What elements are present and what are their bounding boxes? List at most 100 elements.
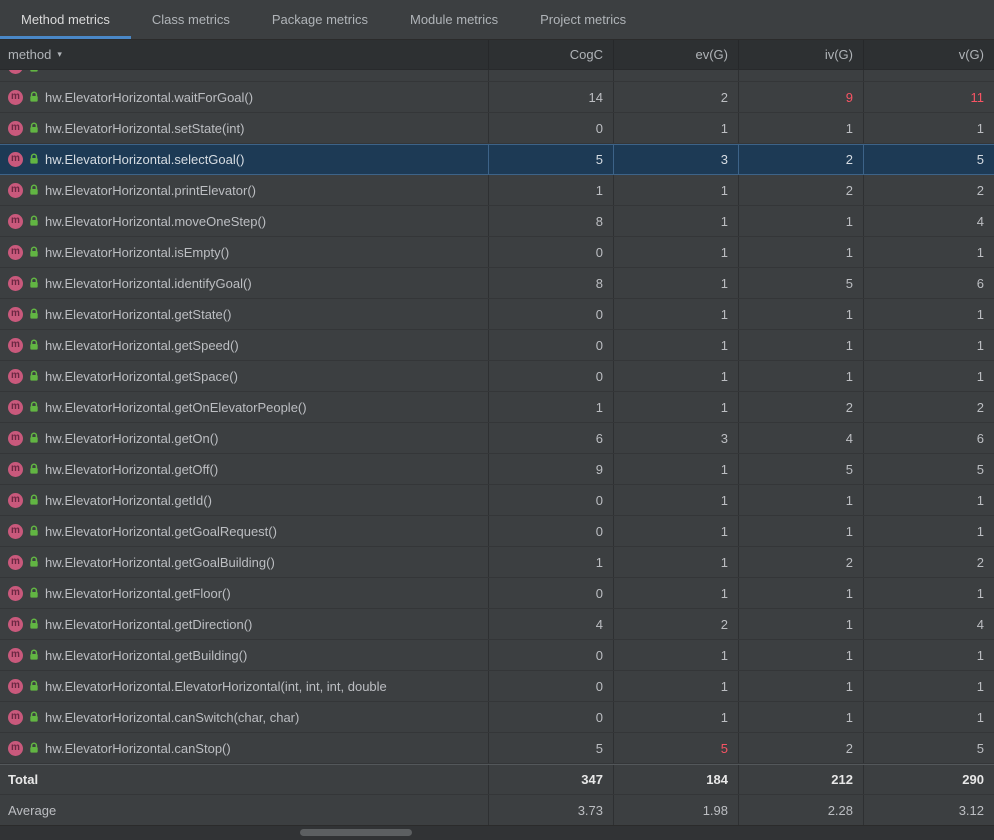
method-name: hw.ElevatorHorizontal.getOff(): [45, 461, 219, 477]
metric-value: 1: [613, 454, 738, 484]
column-header-cogc[interactable]: CogC: [488, 40, 613, 69]
method-cell: m hw.ElevatorHorizontal.getOff(): [0, 454, 488, 484]
metric-value: 0: [488, 578, 613, 608]
table-row-partial[interactable]: m: [0, 70, 994, 82]
metric-value: 6: [488, 423, 613, 453]
metric-value: 1: [738, 237, 863, 267]
metric-value: 1: [738, 640, 863, 670]
method-icon: m: [8, 585, 23, 601]
metric-value: 1: [863, 578, 994, 608]
metric-value: 1: [863, 237, 994, 267]
metric-value: 8: [488, 268, 613, 298]
metric-value: 2: [613, 82, 738, 112]
public-visibility-icon: [28, 277, 40, 289]
table-row[interactable]: m hw.ElevatorHorizontal.selectGoal() 5 3 2 5: [0, 144, 994, 175]
horizontal-scrollbar[interactable]: [0, 826, 994, 840]
table-row[interactable]: m hw.ElevatorHorizontal.isEmpty() 0 1 1 1: [0, 237, 994, 268]
metric-value: 0: [488, 361, 613, 391]
table-row[interactable]: m hw.ElevatorHorizontal.getId() 0 1 1 1: [0, 485, 994, 516]
table-row[interactable]: m hw.ElevatorHorizontal.getBuilding() 0 1 1 1: [0, 640, 994, 671]
method-cell: m hw.ElevatorHorizontal.getSpeed(): [0, 330, 488, 360]
metric-value: 2: [738, 547, 863, 577]
table-row[interactable]: m hw.ElevatorHorizontal.getGoalBuilding()…: [0, 547, 994, 578]
public-visibility-icon: [28, 525, 40, 537]
method-icon: m: [8, 616, 23, 632]
column-header-evg[interactable]: ev(G): [613, 40, 738, 69]
tab-label: Project metrics: [540, 12, 627, 27]
method-name: hw.ElevatorHorizontal.identifyGoal(): [45, 275, 252, 291]
table-row[interactable]: m hw.ElevatorHorizontal.getOff() 9 1 5 5: [0, 454, 994, 485]
method-icon: m: [8, 213, 23, 229]
metric-value: 2: [863, 175, 994, 205]
metric-value: 5: [863, 144, 994, 174]
metric-value: 0: [488, 516, 613, 546]
method-icon: m: [8, 740, 23, 756]
average-row: Average 3.73 1.98 2.28 3.12: [0, 795, 994, 826]
column-header-vg[interactable]: v(G): [863, 40, 994, 69]
metric-value: 5: [738, 268, 863, 298]
metric-value: 1: [863, 702, 994, 732]
table-row[interactable]: m hw.ElevatorHorizontal.printElevator() 1 1…: [0, 175, 994, 206]
table-row[interactable]: m hw.ElevatorHorizontal.setState(int) 0 1 1 1: [0, 113, 994, 144]
metric-value: 0: [488, 237, 613, 267]
table-body: m mhw.ElevatorHorizontal.waitForGoal()14…: [0, 70, 994, 764]
method-column-header[interactable]: method ▾: [0, 40, 488, 69]
metric-value: 1: [738, 299, 863, 329]
metric-value: 1: [738, 361, 863, 391]
table-row[interactable]: m hw.ElevatorHorizontal.getOn() 6 3 4 6: [0, 423, 994, 454]
metric-value: 3: [613, 144, 738, 174]
method-icon: m: [8, 182, 23, 198]
metric-value: 1: [613, 268, 738, 298]
method-icon: m: [8, 523, 23, 539]
tab-package-metrics[interactable]: Package metrics: [251, 0, 389, 39]
table-row[interactable]: m hw.ElevatorHorizontal.identifyGoal() 8 1 5…: [0, 268, 994, 299]
metric-value: 1: [863, 485, 994, 515]
metric-value: 1: [863, 361, 994, 391]
table-row[interactable]: m hw.ElevatorHorizontal.getDirection() 4 2 1…: [0, 609, 994, 640]
table-row[interactable]: m hw.ElevatorHorizontal.canSwitch(char, c…: [0, 702, 994, 733]
method-name: hw.ElevatorHorizontal.getSpeed(): [45, 337, 239, 353]
table-row[interactable]: m hw.ElevatorHorizontal.getState() 0 1 1 1: [0, 299, 994, 330]
metric-value: 2: [613, 609, 738, 639]
metric-value: 4: [488, 609, 613, 639]
metric-value: 1: [738, 609, 863, 639]
table-row[interactable]: m hw.ElevatorHorizontal.canStop() 5 5 2 5: [0, 733, 994, 764]
public-visibility-icon: [28, 742, 40, 754]
metric-value: 2: [738, 733, 863, 763]
metric-value: 5: [863, 733, 994, 763]
method-name: hw.ElevatorHorizontal.getOnElevatorPeopl…: [45, 399, 307, 415]
metric-value: 1: [863, 671, 994, 701]
table-row[interactable]: m hw.ElevatorHorizontal.getOnElevatorPeop…: [0, 392, 994, 423]
table-row[interactable]: m hw.ElevatorHorizontal.ElevatorHorizonta…: [0, 671, 994, 702]
tab-module-metrics[interactable]: Module metrics: [389, 0, 519, 39]
public-visibility-icon: [28, 680, 40, 692]
method-header-label: method: [8, 47, 52, 62]
metric-value: 1: [738, 206, 863, 236]
table-row[interactable]: m hw.ElevatorHorizontal.getGoalRequest() 0…: [0, 516, 994, 547]
metric-value: 0: [488, 640, 613, 670]
metric-value: 3: [613, 423, 738, 453]
method-cell: m hw.ElevatorHorizontal.setState(int): [0, 113, 488, 143]
public-visibility-icon: [28, 153, 40, 165]
metric-value: 1: [738, 702, 863, 732]
tab-method-metrics[interactable]: Method metrics: [0, 0, 131, 39]
table-row[interactable]: m hw.ElevatorHorizontal.getSpeed() 0 1 1 1: [0, 330, 994, 361]
public-visibility-icon: [28, 587, 40, 599]
method-cell: m hw.ElevatorHorizontal.getId(): [0, 485, 488, 515]
table-row[interactable]: m hw.ElevatorHorizontal.moveOneStep() 8 1 1 4: [0, 206, 994, 237]
scrollbar-thumb[interactable]: [300, 829, 412, 836]
method-cell: m hw.ElevatorHorizontal.printElevator(): [0, 175, 488, 205]
average-evg: 1.98: [613, 795, 738, 825]
tab-class-metrics[interactable]: Class metrics: [131, 0, 251, 39]
table-row[interactable]: m hw.ElevatorHorizontal.getSpace() 0 1 1 1: [0, 361, 994, 392]
column-header-ivg[interactable]: iv(G): [738, 40, 863, 69]
average-cogc: 3.73: [488, 795, 613, 825]
table-row[interactable]: m hw.ElevatorHorizontal.waitForGoal() 14 2 9…: [0, 82, 994, 113]
public-visibility-icon: [28, 463, 40, 475]
method-name: hw.ElevatorHorizontal.getOn(): [45, 430, 219, 446]
tab-project-metrics[interactable]: Project metrics: [519, 0, 647, 39]
metric-value: 1: [738, 113, 863, 143]
metric-value: 1: [613, 640, 738, 670]
table-row[interactable]: m hw.ElevatorHorizontal.getFloor() 0 1 1 1: [0, 578, 994, 609]
method-cell: m hw.ElevatorHorizontal.getBuilding(): [0, 640, 488, 670]
